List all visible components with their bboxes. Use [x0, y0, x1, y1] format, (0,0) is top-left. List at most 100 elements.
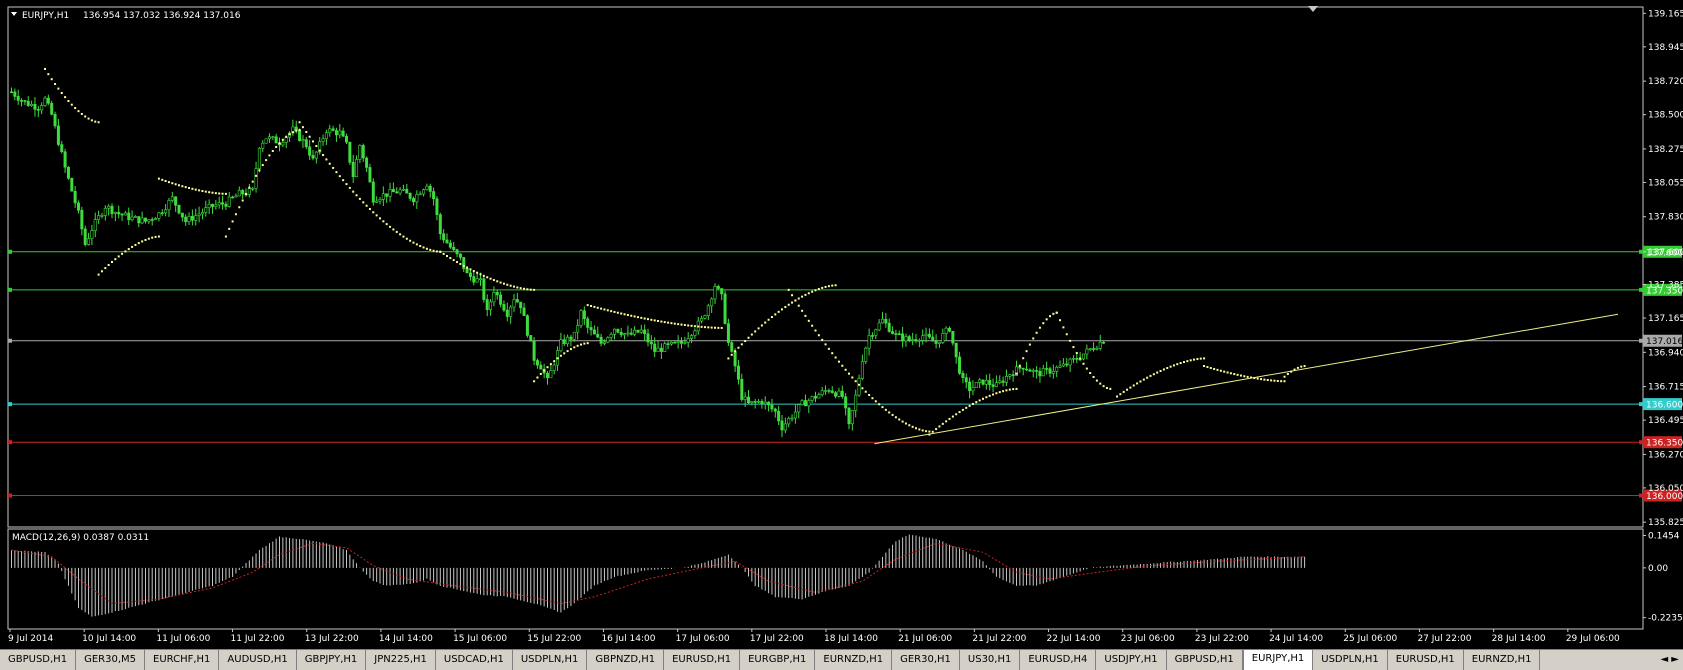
tab-eurusd-h4[interactable]: EURUSD,H4 — [1020, 650, 1097, 670]
tab-usdpln-h1[interactable]: USDPLN,H1 — [1313, 650, 1388, 670]
sar-dot — [224, 192, 227, 195]
sar-dot — [255, 174, 258, 177]
tab-gbpnzd-h1[interactable]: GBPNZD,H1 — [587, 650, 665, 670]
candle-body — [180, 212, 184, 218]
tab-audusd-h1[interactable]: AUDUSD,H1 — [219, 650, 297, 670]
tab-jpn225-h1[interactable]: JPN225,H1 — [366, 650, 436, 670]
candle-body — [746, 396, 750, 404]
candle-body — [1058, 365, 1062, 368]
time-tick-label: 23 Jul 22:00 — [1195, 634, 1249, 644]
candle-body — [790, 417, 794, 420]
tab-ger30-h1[interactable]: GER30,H1 — [892, 650, 960, 670]
sar-dot — [114, 258, 117, 261]
candle-body — [207, 203, 211, 208]
chart-area[interactable]: EURJPY,H1 136.954 137.032 136.924 137.01… — [0, 0, 1683, 670]
tab-eurgbp-h1[interactable]: EURGBP,H1 — [740, 650, 816, 670]
tab-eurchf-h1[interactable]: EURCHF,H1 — [145, 650, 220, 670]
candle-body — [609, 333, 613, 338]
level-handle-left-5[interactable] — [8, 493, 12, 498]
time-tick-label: 15 Jul 22:00 — [527, 634, 581, 644]
candle-body — [720, 288, 724, 295]
candle-body — [405, 189, 409, 194]
sar-dot — [1032, 337, 1035, 340]
sar-dot — [435, 250, 438, 253]
tab-ger30-m5[interactable]: GER30,M5 — [76, 650, 145, 670]
tab-gbpusd-h1[interactable]: GBPUSD,H1 — [1166, 650, 1243, 670]
level-handle-right-5[interactable] — [1639, 493, 1643, 498]
chart-tab-bar: GBPUSD,H1 GER30,M5 EURCHF,H1 AUDUSD,H1 GBPJP… — [0, 649, 1683, 670]
sar-dot — [975, 401, 978, 404]
sar-dot — [841, 364, 844, 367]
candle-body — [150, 219, 154, 221]
price-tick-label: 136.495 — [1648, 416, 1683, 426]
candle-body — [656, 347, 660, 352]
candle-body — [495, 292, 499, 296]
candle-body — [529, 335, 533, 342]
tab-gbpusd-h1[interactable]: GBPUSD,H1 — [0, 650, 77, 670]
candle-body — [368, 167, 372, 183]
sar-dot — [663, 321, 666, 324]
sar-dot — [208, 191, 211, 194]
candle-body — [901, 333, 905, 342]
sar-dot — [462, 264, 465, 267]
candle-body — [505, 309, 509, 317]
tab-eurusd-h1[interactable]: EURUSD,H1 — [1387, 650, 1464, 670]
tab-usdjpy-h1[interactable]: USDJPY,H1 — [1096, 650, 1167, 670]
level-handle-right-0[interactable] — [1639, 249, 1643, 254]
sar-dot — [968, 404, 971, 407]
tab-us30-h1[interactable]: US30,H1 — [959, 650, 1021, 670]
price-tick-label: 138.720 — [1648, 77, 1683, 87]
level-handle-left-2[interactable] — [8, 338, 12, 343]
candle-body — [422, 189, 426, 195]
sar-dot — [707, 326, 710, 329]
level-handle-left-0[interactable] — [8, 249, 12, 254]
price-tick-label: 138.055 — [1648, 178, 1683, 188]
sar-dot — [1156, 371, 1159, 374]
sar-dot — [288, 133, 291, 136]
sar-dot — [1283, 375, 1286, 378]
sar-dot — [496, 280, 499, 283]
candle-body — [103, 207, 107, 216]
candle-body — [154, 218, 158, 220]
level-handle-left-4[interactable] — [8, 440, 12, 445]
candle-body — [991, 384, 995, 387]
sar-dot — [1075, 351, 1078, 354]
tab-eurnzd-h1[interactable]: EURNZD,H1 — [815, 650, 893, 670]
level-handle-left-1[interactable] — [8, 287, 12, 292]
sar-dot — [1062, 326, 1065, 329]
sar-dot — [740, 343, 743, 346]
candle-body — [16, 96, 20, 101]
level-handle-right-4[interactable] — [1639, 440, 1643, 445]
candle-body — [170, 196, 174, 201]
level-handle-right-1[interactable] — [1639, 287, 1643, 292]
sar-dot — [60, 91, 63, 94]
sar-dot — [834, 356, 837, 359]
level-handle-right-2[interactable] — [1639, 338, 1643, 343]
sar-dot — [657, 319, 660, 322]
sar-dot — [797, 297, 800, 300]
sar-dot — [111, 261, 113, 264]
tab-eurnzd-h1[interactable]: EURNZD,H1 — [1463, 650, 1541, 670]
tab-usdcad-h1[interactable]: USDCAD,H1 — [435, 650, 513, 670]
tab-gbpjpy-h1[interactable]: GBPJPY,H1 — [296, 650, 367, 670]
level-handle-right-3[interactable] — [1639, 402, 1643, 407]
tab-eurusd-h1[interactable]: EURUSD,H1 — [664, 650, 741, 670]
sar-dot — [167, 181, 170, 184]
sar-dot — [948, 417, 951, 420]
sar-dot — [643, 317, 646, 320]
candle-body — [147, 219, 151, 222]
price-tick-label: 136.940 — [1648, 348, 1683, 358]
sar-dot — [439, 250, 442, 253]
sar-dot — [1263, 378, 1266, 381]
sar-dot — [918, 428, 921, 431]
sar-dot — [569, 348, 572, 351]
tab-eurjpy-h1[interactable]: EURJPY,H1 — [1242, 650, 1314, 670]
sar-dot — [1253, 377, 1256, 380]
sar-dot — [358, 197, 361, 200]
tab-scroll-arrows[interactable]: ◄ ► — [1660, 654, 1679, 665]
tab-usdpln-h1[interactable]: USDPLN,H1 — [512, 650, 588, 670]
sar-dot — [864, 390, 867, 393]
level-handle-left-3[interactable] — [8, 402, 12, 407]
candle-body — [502, 304, 506, 311]
candle-body — [442, 233, 446, 241]
